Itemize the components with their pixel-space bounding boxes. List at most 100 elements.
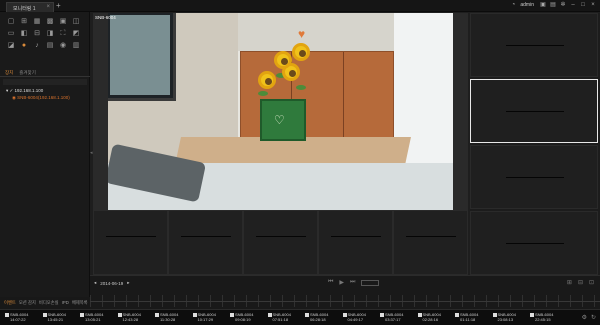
event-time: 14:07:22 [10, 317, 26, 322]
event-item[interactable]: SNB-6004 22:45:15 [529, 312, 563, 324]
event-item[interactable]: SNB-6004 13:05:21 [79, 312, 113, 324]
skip-forward-icon[interactable]: ⏭ [350, 279, 355, 286]
event-time: 04:49:17 [347, 317, 364, 322]
event-time: 22:45:15 [535, 317, 551, 322]
lock-icon[interactable]: ▣ [540, 2, 546, 8]
refresh-icon[interactable]: ↻ [591, 314, 596, 321]
event-list-controls: ⚙ ↻ [582, 314, 596, 321]
tree-search-input[interactable] [3, 79, 87, 85]
timeline-track [90, 301, 600, 302]
date-picker: ◂ 2014-06-19 ▸ [94, 280, 130, 286]
close-icon[interactable]: × [590, 2, 596, 8]
skip-back-icon[interactable]: ⏮ [328, 279, 333, 286]
video-tile-selected[interactable] [470, 79, 598, 143]
maximize-icon[interactable]: □ [580, 2, 586, 8]
video-tile[interactable] [93, 210, 168, 275]
video-tile[interactable] [168, 210, 243, 275]
settings-icon[interactable]: ✲ [560, 2, 566, 8]
event-item[interactable]: SNB-6004 04:49:17 [342, 312, 376, 324]
main-video-tile[interactable]: SNB-6004 ♥ ♡ [93, 13, 468, 210]
video-tile[interactable] [243, 210, 318, 275]
video-tile[interactable] [470, 211, 598, 275]
tree-root-device[interactable]: ▾ ✓ 192.168.1.100 [6, 88, 43, 94]
layout-1plus5-icon[interactable]: ▣ [57, 16, 69, 27]
filter-tab-1[interactable]: 모션 감지 [19, 297, 36, 309]
event-item[interactable]: SNB-6004 02:28:16 [417, 312, 451, 324]
playback-controls: ⏮ ▶ ⏭ [328, 279, 380, 286]
layout-split-icon[interactable]: ◧ [18, 28, 30, 39]
layout-4x4-icon[interactable]: ▩ [44, 16, 56, 27]
video-tiles-bottom [93, 210, 470, 275]
speed-selector[interactable] [361, 279, 380, 286]
filter-tab-2[interactable]: 비디오손실 [39, 297, 59, 309]
minimize-icon[interactable]: – [570, 2, 576, 8]
folder-icon[interactable]: ▤ [550, 2, 556, 8]
add-tab-button[interactable]: + [56, 1, 61, 10]
event-filter-tabs: 이벤트 모션 감지 비디오손실 IPD 배제목록 [0, 297, 90, 309]
layout-1x1-icon[interactable]: ▢ [5, 16, 17, 27]
layout-wide-icon[interactable]: ▭ [5, 28, 17, 39]
layout-2x2-icon[interactable]: ⊞ [18, 16, 30, 27]
aspect-icon[interactable]: ◩ [70, 28, 82, 39]
event-thumbnail-icon [530, 313, 534, 317]
layout-custom-icon[interactable]: ◫ [70, 16, 82, 27]
fullscreen-icon[interactable]: ⛶ [57, 28, 69, 39]
play-icon[interactable]: ▶ [339, 279, 344, 286]
username[interactable]: admin [520, 2, 534, 8]
video-tile[interactable] [470, 13, 598, 77]
video-tile[interactable] [318, 210, 393, 275]
event-item[interactable]: SNB-6004 11:30:28 [154, 312, 188, 324]
fit-icon[interactable]: ⊡ [589, 279, 594, 286]
video-tiles-right [470, 13, 600, 275]
event-item[interactable]: SNB-6004 10:17:29 [192, 312, 226, 324]
panel-tab-0[interactable]: 장치 [5, 68, 13, 76]
layout-grid-icon[interactable]: ⊟ [31, 28, 43, 39]
sequence-icon[interactable]: ◨ [44, 28, 56, 39]
tree-camera-item[interactable]: ◉ SNB-6004(192.168.1.100) [12, 95, 70, 101]
event-item[interactable]: SNB-6004 07:51:18 [267, 312, 301, 324]
zoom-in-icon[interactable]: ⊞ [567, 279, 572, 286]
ptz-icon[interactable]: ◉ [57, 40, 69, 51]
settings-icon[interactable]: ⚙ [582, 314, 587, 321]
tab-monitoring[interactable]: 모니터링 1 × [6, 2, 54, 12]
event-time: 23:08:13 [497, 317, 514, 322]
snapshot-icon[interactable]: ◪ [5, 40, 17, 51]
event-thumbnail-icon [117, 313, 122, 317]
filter-tab-3[interactable]: IPD [62, 297, 69, 309]
zoom-out-icon[interactable]: ⊟ [578, 279, 583, 286]
pip-icon[interactable]: ▤ [44, 40, 56, 51]
window-controls: ◔ admin ▣ ▤ ✲ – □ × [510, 2, 596, 8]
filter-tab-4[interactable]: 배제목록 [72, 297, 88, 309]
event-item[interactable]: SNB-6004 09:08:19 [229, 312, 263, 324]
event-thumbnail-icon [492, 313, 497, 317]
video-tile[interactable] [470, 145, 598, 209]
event-time: 10:17:29 [197, 317, 214, 322]
panel-tabs: 장치 즐겨찾기 [0, 68, 90, 77]
event-item[interactable]: SNB-6004 12:43:28 [117, 312, 151, 324]
timeline-date[interactable]: 2014-06-19 [100, 281, 123, 286]
panel-tab-1[interactable]: 즐겨찾기 [19, 68, 36, 76]
device-panel: ▢ ⊞ ▦ ▩ ▣ ◫ ▭ ◧ ⊟ ◨ ⛶ ◩ ◪ ● ♪ ▤ ◉ ▥ 장치 즐겨찾기 ▾ ✓ 192.168.1.… [0, 12, 90, 297]
event-item[interactable]: SNB-6004 03:37:17 [379, 312, 413, 324]
prev-date-button[interactable]: ◂ [94, 280, 96, 286]
record-icon[interactable]: ● [18, 40, 30, 51]
layout-3x3-icon[interactable]: ▦ [31, 16, 43, 27]
event-thumbnail-icon [42, 313, 47, 317]
event-time: 12:43:28 [122, 317, 139, 322]
filter-tab-0[interactable]: 이벤트 [4, 297, 16, 309]
event-list: ⚙ ↻ SNB-6004 14:07:22 SNB-6004 13:45:21 SNB-… [0, 309, 600, 325]
event-time: 11:30:28 [160, 317, 176, 322]
event-item[interactable]: SNB-6004 06:28:18 [304, 312, 338, 324]
event-thumbnail-icon [230, 313, 234, 317]
video-tile[interactable] [393, 210, 468, 275]
audio-icon[interactable]: ♪ [31, 40, 43, 51]
layout-3x4-icon[interactable]: ▥ [70, 40, 82, 51]
event-item[interactable]: SNB-6004 14:07:22 [4, 312, 38, 324]
next-date-button[interactable]: ▸ [127, 280, 129, 286]
event-item[interactable]: SNB-6004 01:11:18 [454, 312, 488, 324]
event-thumbnail-icon [417, 313, 422, 317]
event-item[interactable]: SNB-6004 13:45:21 [42, 312, 76, 324]
event-thumbnail-icon [455, 313, 459, 317]
event-item[interactable]: SNB-6004 23:08:13 [492, 312, 526, 324]
tab-close-icon[interactable]: × [46, 4, 50, 10]
